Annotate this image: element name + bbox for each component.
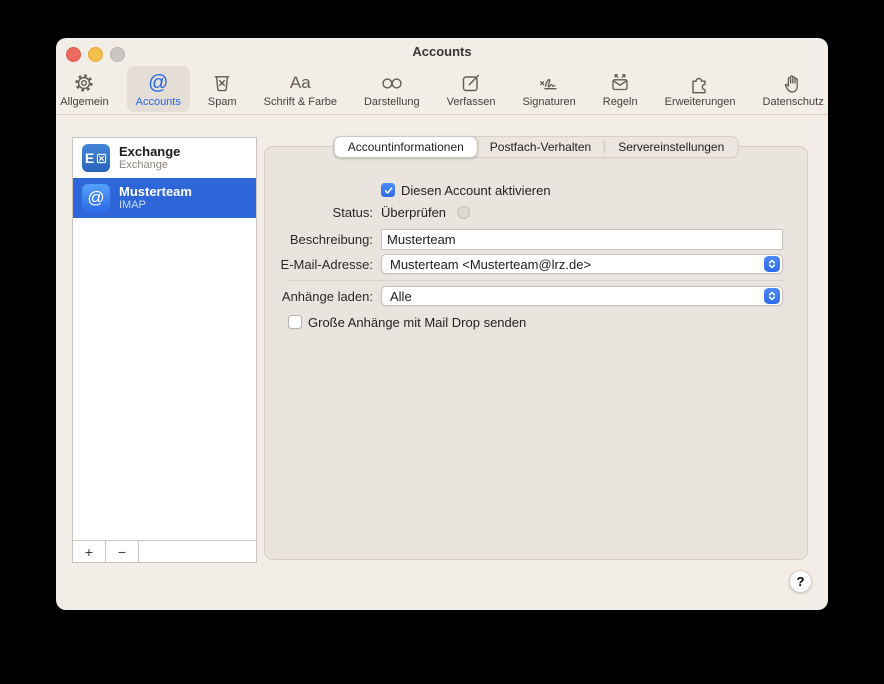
toolbar-item-allgemein[interactable]: Allgemein	[56, 66, 118, 112]
status-indicator-icon	[457, 206, 470, 219]
hand-icon	[781, 69, 805, 96]
email-label: E-Mail-Adresse:	[265, 257, 381, 272]
toolbar-label: Erweiterungen	[665, 96, 736, 108]
description-label: Beschreibung:	[265, 232, 381, 247]
at-icon: @	[148, 69, 168, 96]
account-row-musterteam[interactable]: @ Musterteam IMAP	[73, 178, 256, 218]
toolbar-label: Schrift & Farbe	[264, 96, 337, 108]
email-address-popup[interactable]: Musterteam <Musterteam@lrz.de>	[381, 254, 783, 274]
status-value: Überprüfen	[381, 205, 446, 220]
form-separator	[288, 280, 784, 281]
compose-icon	[459, 69, 483, 96]
toolbar-item-schrift-farbe[interactable]: Aa Schrift & Farbe	[255, 66, 346, 112]
toolbar-label: Spam	[208, 96, 237, 108]
toolbar-item-signaturen[interactable]: Signaturen	[514, 66, 585, 112]
screen: Accounts Allgemein @ Accounts	[0, 0, 884, 684]
glasses-icon	[379, 69, 405, 96]
toolbar-item-verfassen[interactable]: Verfassen	[438, 66, 505, 112]
rules-envelope-icon	[608, 69, 632, 96]
status-row: Status: Überprüfen	[265, 205, 807, 219]
puzzle-icon	[687, 69, 713, 96]
account-info-form: Diesen Account aktivieren Status: Überpr…	[265, 147, 807, 330]
maildrop-label: Große Anhänge mit Mail Drop senden	[308, 315, 526, 330]
account-detail-pane: Accountinformationen Postfach-Verhalten …	[264, 146, 808, 560]
at-badge-icon: @	[82, 184, 110, 212]
maildrop-checkbox[interactable]	[288, 315, 302, 329]
toolbar-item-spam[interactable]: Spam	[199, 66, 246, 112]
toolbar-item-regeln[interactable]: Regeln	[594, 66, 647, 112]
window-title: Accounts	[56, 44, 828, 59]
gear-icon	[72, 69, 96, 96]
toolbar-label: Accounts	[136, 96, 181, 108]
description-row: Beschreibung:	[265, 229, 807, 250]
account-name: Musterteam	[119, 184, 192, 199]
toolbar-label: Verfassen	[447, 96, 496, 108]
attachments-value: Alle	[390, 289, 412, 304]
fonts-icon: Aa	[290, 69, 311, 96]
help-button[interactable]: ?	[789, 570, 812, 593]
description-input[interactable]	[381, 229, 783, 250]
popup-stepper-icon	[764, 288, 780, 304]
attachments-popup[interactable]: Alle	[381, 286, 783, 306]
remove-account-button[interactable]: −	[106, 541, 139, 562]
enable-account-checkbox[interactable]	[381, 183, 395, 197]
toolbar-item-erweiterungen[interactable]: Erweiterungen	[656, 66, 745, 112]
attachments-row: Anhänge laden: Alle	[265, 286, 807, 306]
attachments-label: Anhänge laden:	[265, 289, 381, 304]
account-row-exchange[interactable]: E Exchange Exchange	[73, 138, 256, 178]
account-type: IMAP	[119, 199, 192, 212]
preferences-toolbar: Allgemein @ Accounts Spam Aa Schrift &	[56, 64, 828, 115]
account-name: Exchange	[119, 144, 180, 159]
status-label: Status:	[265, 205, 381, 220]
trash-x-icon	[210, 69, 234, 96]
toolbar-item-datenschutz[interactable]: Datenschutz	[754, 66, 828, 112]
add-account-button[interactable]: +	[73, 541, 106, 562]
mail-preferences-window: Accounts Allgemein @ Accounts	[56, 38, 828, 610]
toolbar-label: Signaturen	[523, 96, 576, 108]
sidebar-footer: + −	[73, 540, 256, 562]
email-row: E-Mail-Adresse: Musterteam <Musterteam@l…	[265, 254, 807, 274]
sidebar-footer-spacer	[139, 541, 256, 562]
toolbar-label: Allgemein	[60, 96, 108, 108]
maildrop-row: Große Anhänge mit Mail Drop senden	[288, 314, 783, 330]
toolbar-label: Regeln	[603, 96, 638, 108]
toolbar-item-accounts[interactable]: @ Accounts	[127, 66, 190, 112]
enable-account-label: Diesen Account aktivieren	[401, 183, 551, 198]
enable-account-row: Diesen Account aktivieren	[381, 182, 783, 198]
signature-icon	[536, 69, 562, 96]
popup-stepper-icon	[764, 256, 780, 272]
exchange-icon: E	[82, 144, 110, 172]
toolbar-item-darstellung[interactable]: Darstellung	[355, 66, 429, 112]
email-address-value: Musterteam <Musterteam@lrz.de>	[390, 257, 591, 272]
titlebar: Accounts	[56, 38, 828, 64]
toolbar-label: Datenschutz	[763, 96, 824, 108]
accounts-sidebar: E Exchange Exchange @ Musterteam IMAP	[72, 137, 257, 563]
account-type: Exchange	[119, 159, 180, 172]
toolbar-label: Darstellung	[364, 96, 420, 108]
